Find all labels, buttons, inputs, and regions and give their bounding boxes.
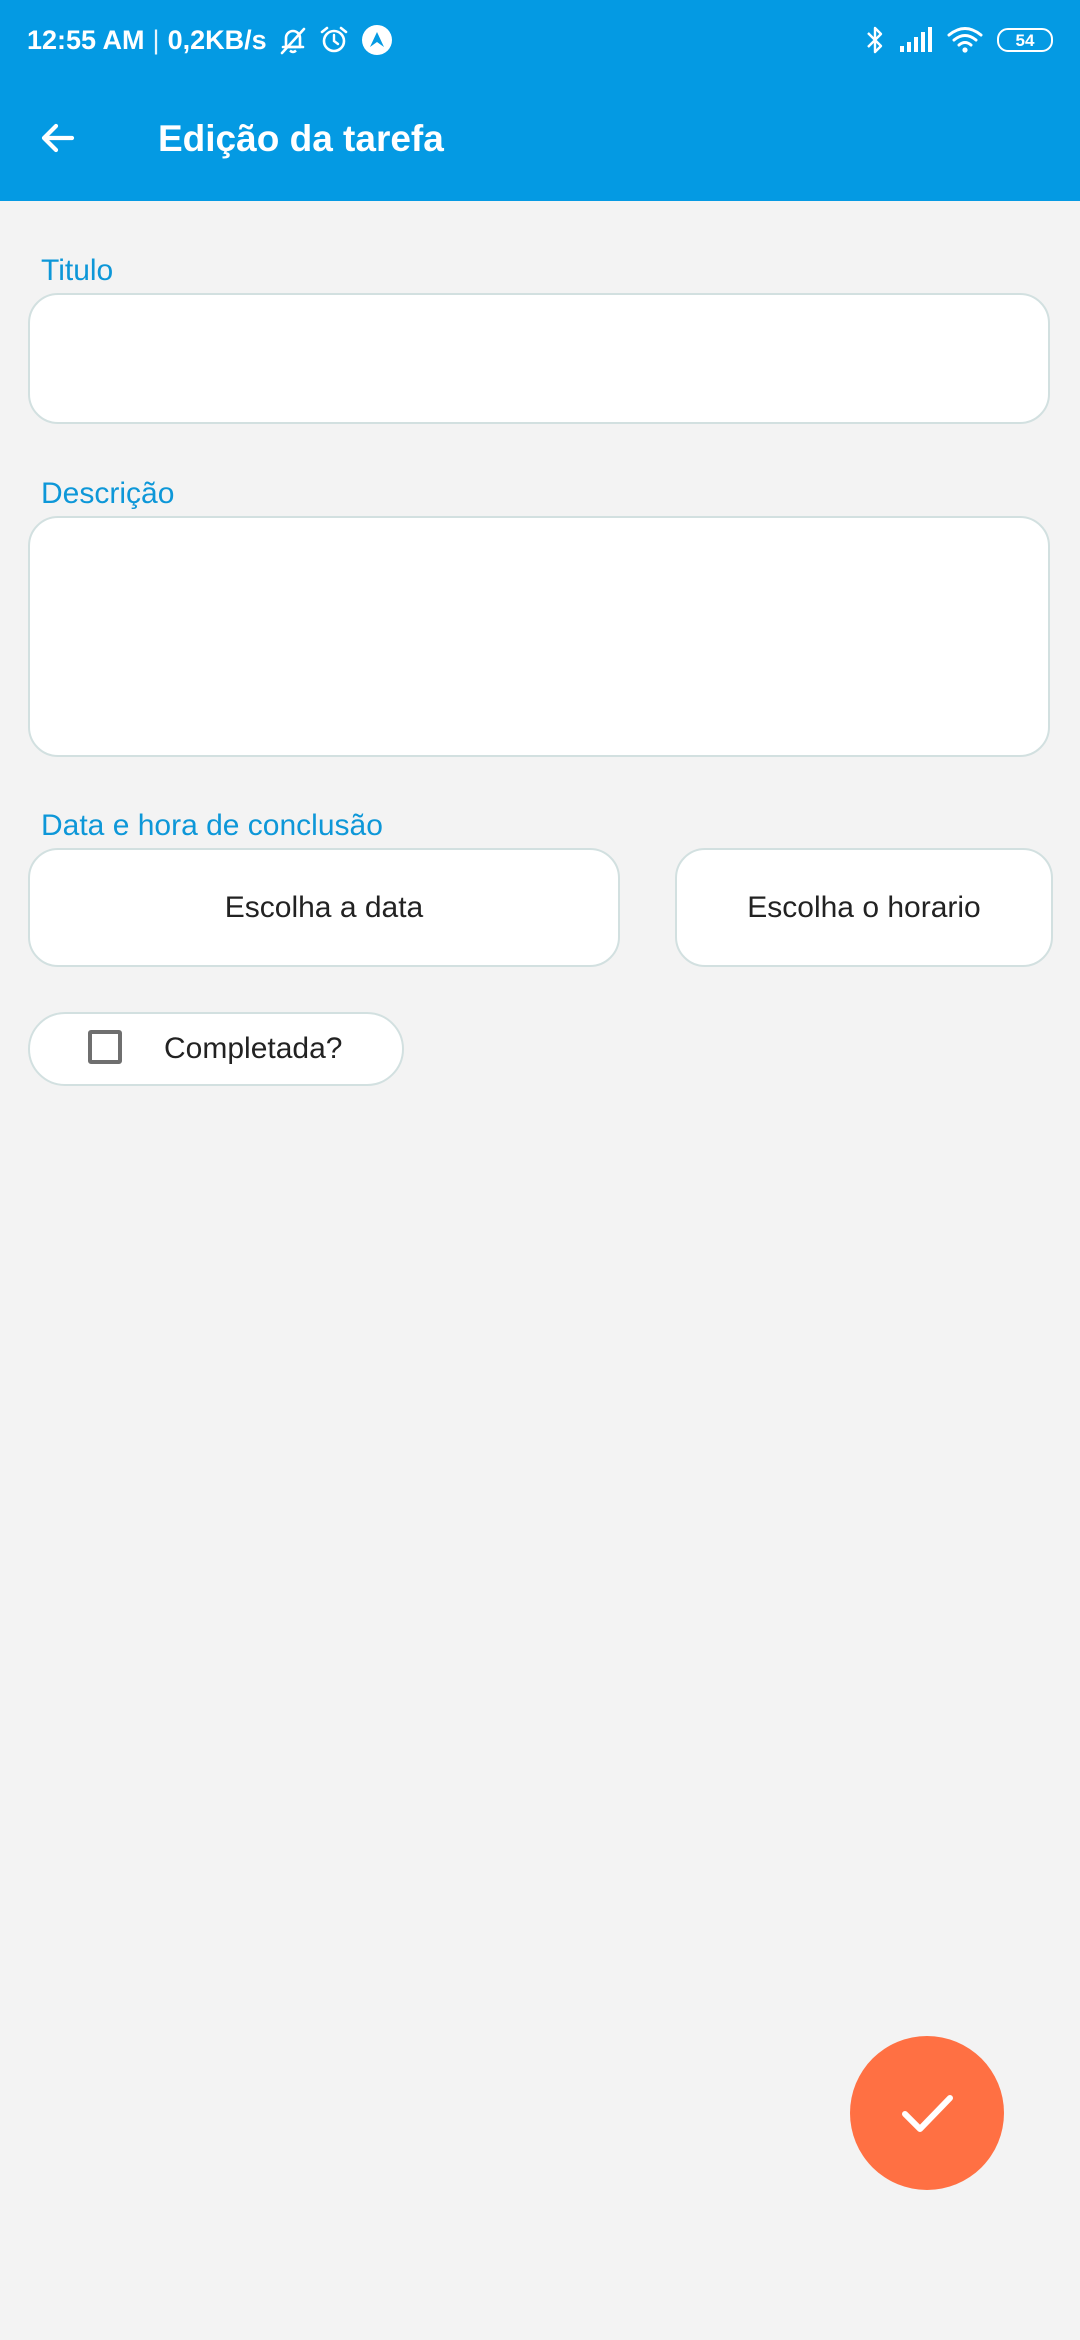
check-icon [902, 2095, 953, 2132]
bluetooth-icon [865, 24, 885, 56]
description-input[interactable] [28, 516, 1050, 757]
page-title: Edição da tarefa [158, 118, 444, 159]
status-net-speed: 0,2KB/s [167, 24, 267, 55]
status-bar: 12:55 AM | 0,2KB/s 54 [0, 0, 1080, 80]
wifi-icon [947, 26, 983, 54]
description-label: Descrição [41, 477, 175, 510]
bell-off-icon [279, 25, 307, 55]
choose-time-button[interactable]: Escolha o horario [675, 848, 1053, 967]
status-right: 54 [851, 20, 1053, 60]
battery-icon: 54 [997, 28, 1053, 52]
signal-icon [899, 27, 933, 53]
choose-time-label: Escolha o horario [747, 890, 981, 924]
completed-checkbox[interactable] [88, 1030, 122, 1064]
arrow-left-icon [41, 123, 75, 153]
title-input[interactable] [28, 293, 1050, 424]
header: 12:55 AM | 0,2KB/s 54 Edição da tarefa [0, 0, 1080, 201]
choose-date-button[interactable]: Escolha a data [28, 848, 620, 967]
back-button[interactable] [22, 102, 94, 174]
status-time: 12:55 AM [27, 24, 145, 55]
alarm-icon [319, 25, 349, 55]
choose-date-label: Escolha a data [224, 890, 424, 924]
save-fab-button[interactable] [850, 2036, 1004, 2190]
status-separator: | [152, 24, 160, 55]
datetime-label: Data e hora de conclusão [41, 809, 383, 842]
completed-toggle[interactable]: Completada? [28, 1012, 404, 1086]
title-label: Titulo [41, 254, 114, 287]
nav-arrow-icon [361, 24, 393, 56]
app-bar: Edição da tarefa [0, 80, 1080, 201]
status-left: 12:55 AM | 0,2KB/s [27, 22, 393, 58]
completed-label: Completada? [164, 1032, 343, 1065]
